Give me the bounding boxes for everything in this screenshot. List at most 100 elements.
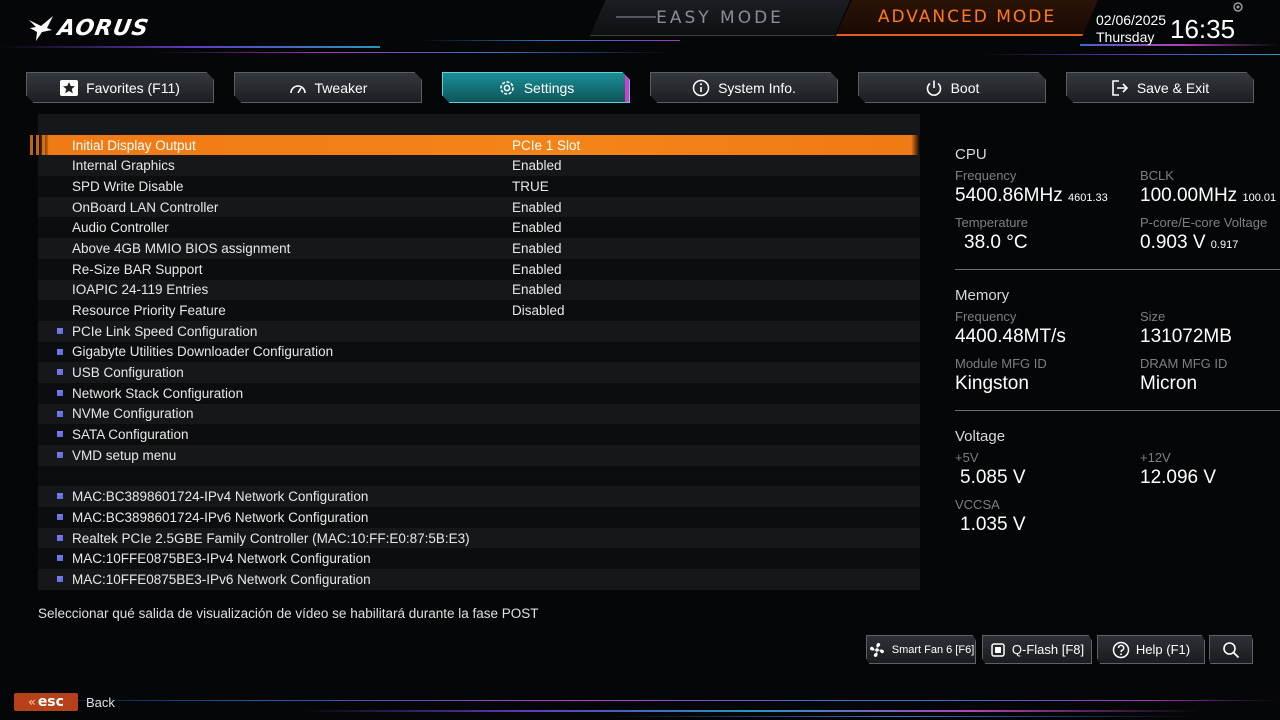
list-spacer [38,465,920,487]
setting-value[interactable]: TRUE [512,179,549,194]
memory-size: Size 131072MB [1140,309,1232,348]
esc-back-button[interactable]: « esc Back [14,693,115,711]
setting-resize-bar[interactable]: Re-Size BAR Support Enabled [38,258,920,280]
setting-onboard-lan[interactable]: OnBoard LAN Controller Enabled [38,196,920,218]
submenu-bullet-icon [57,389,63,396]
submenu-sata[interactable]: SATA Configuration [38,424,920,445]
submenu-nvme[interactable]: NVMe Configuration [38,403,920,425]
submenu-label: USB Configuration [72,365,184,381]
submenu-label: SATA Configuration [72,427,189,443]
easy-mode-label: EASY MODE [656,7,784,28]
stat-label: +12V [1140,450,1171,465]
panel-divider [955,269,1280,270]
eagle-icon [29,16,53,41]
submenu-label: PCIe Link Speed Configuration [72,323,258,339]
stat-value: 100.00MHz [1140,185,1238,206]
panel-divider [955,410,1280,411]
stat-value: 131072MB [1140,326,1232,347]
setting-value[interactable]: Enabled [512,220,562,235]
submenu-label: MAC:BC3898601724-IPv6 Network Configurat… [72,509,369,525]
submenu-label: NVMe Configuration [72,406,194,422]
tab-favorites[interactable]: Favorites (F11) [26,72,214,103]
submenu-mac2-ipv4[interactable]: MAC:10FFE0875BE3-IPv4 Network Configurat… [38,548,920,570]
cpu-bclk: BCLK 100.00MHz 100.01 [1140,168,1276,207]
easy-mode-button[interactable]: EASY MODE [590,0,850,36]
submenu-bullet-icon [57,493,63,500]
submenu-realtek-controller[interactable]: Realtek PCIe 2.5GBE Family Controller (M… [38,527,920,549]
memory-panel: Memory Frequency 4400.48MT/s Size 131072… [955,287,1280,411]
q-flash-button[interactable]: Q-Flash [F8] [982,635,1092,664]
voltage-5v: +5V 5.085 V [955,450,1026,489]
tab-settings[interactable]: Settings [442,72,630,103]
stat-subvalue: 0.917 [1210,239,1239,251]
submenu-gigabyte-utilities[interactable]: Gigabyte Utilities Downloader Configurat… [38,341,920,363]
submenu-vmd[interactable]: VMD setup menu [38,445,920,466]
voltage-12v: +12V 12.096 V [1140,450,1216,489]
submenu-mac2-ipv6[interactable]: MAC:10FFE0875BE3-IPv6 Network Configurat… [38,569,920,590]
voltage-title: Voltage [955,428,1006,445]
tab-boot[interactable]: Boot [858,72,1046,103]
submenu-pcie-link-speed[interactable]: PCIe Link Speed Configuration [38,320,920,342]
stat-label: DRAM MFG ID [1140,356,1228,371]
cpu-frequency: Frequency 5400.86MHz 4601.33 [955,168,1108,207]
gauge-icon [289,84,306,93]
setting-name: Above 4GB MMIO BIOS assignment [72,240,291,256]
setting-name: Resource Priority Feature [72,303,226,319]
setting-value[interactable]: Enabled [512,262,562,277]
setting-above-4gb-mmio[interactable]: Above 4GB MMIO BIOS assignment Enabled [38,238,920,259]
help-icon [1112,641,1130,658]
fan-icon [869,642,884,657]
date-text: 02/06/2025 [1096,12,1167,28]
setting-value[interactable]: Enabled [512,158,562,173]
memory-title: Memory [955,287,1010,304]
setting-audio-controller[interactable]: Audio Controller Enabled [38,217,920,239]
stat-subvalue: 4601.33 [1068,192,1108,204]
tab-system-info[interactable]: System Info. [650,72,838,103]
stat-value: 12.096 V [1140,467,1217,488]
setting-internal-graphics[interactable]: Internal Graphics Enabled [38,155,920,177]
stat-label: Frequency [955,309,1017,324]
setting-value[interactable]: Disabled [512,303,565,318]
search-button[interactable] [1209,635,1253,664]
cpu-temperature: Temperature 38.0 °C [955,215,1028,254]
submenu-bullet-icon [57,348,63,355]
brand-name: AORUS [55,15,151,41]
back-label: Back [86,694,115,710]
submenu-bullet-icon [57,431,63,438]
stat-label: Frequency [955,168,1017,183]
submenu-label: Gigabyte Utilities Downloader Configurat… [72,344,334,360]
setting-value[interactable]: Enabled [512,282,562,297]
setting-value[interactable]: PCIe 1 Slot [512,138,580,153]
tab-tweaker[interactable]: Tweaker [234,72,422,103]
submenu-network-stack[interactable]: Network Stack Configuration [38,382,920,404]
setting-spd-write-disable[interactable]: SPD Write Disable TRUE [38,176,920,197]
setting-name: Initial Display Output [72,137,196,153]
advanced-mode-button[interactable]: ADVANCED MODE [836,0,1098,36]
submenu-mac1-ipv6[interactable]: MAC:BC3898601724-IPv6 Network Configurat… [38,507,920,528]
star-icon [60,79,79,96]
tab-save-exit[interactable]: Save & Exit [1066,72,1254,103]
q-flash-label: Q-Flash [F8] [1011,642,1085,657]
settings-gear-icon[interactable] [1232,1,1244,13]
stat-label: +5V [955,450,979,465]
stat-value: Micron [1140,373,1198,394]
stat-value: 1.035 V [960,514,1026,535]
submenu-usb[interactable]: USB Configuration [38,362,920,383]
tab-label: System Info. [718,79,796,96]
submenu-label: MAC:10FFE0875BE3-IPv4 Network Configurat… [72,551,371,567]
day-text: Thursday [1096,29,1155,45]
setting-ioapic-entries[interactable]: IOAPIC 24-119 Entries Enabled [38,279,920,301]
submenu-label: VMD setup menu [72,447,177,463]
memory-frequency: Frequency 4400.48MT/s [955,309,1066,348]
setting-value[interactable]: Enabled [512,241,562,256]
smart-fan-button[interactable]: Smart Fan 6 [F6] [866,635,976,664]
setting-value[interactable]: Enabled [512,200,562,215]
setting-resource-priority[interactable]: Resource Priority Feature Disabled [38,300,920,321]
settings-list: Initial Display Output PCIe 1 Slot Inter… [30,114,920,590]
help-button[interactable]: Help (F1) [1097,635,1205,664]
submenu-mac1-ipv4[interactable]: MAC:BC3898601724-IPv4 Network Configurat… [38,486,920,508]
stat-label: P-core/E-core Voltage [1140,215,1268,230]
setting-initial-display-output[interactable]: Initial Display Output PCIe 1 Slot [30,134,920,156]
stat-label: Temperature [955,215,1028,230]
stat-value: 0.903 V [1140,232,1206,253]
